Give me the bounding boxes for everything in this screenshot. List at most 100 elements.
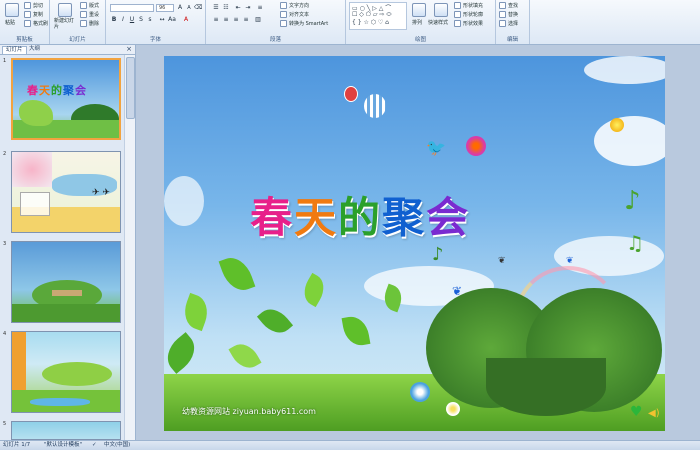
arrange-icon[interactable]: [412, 3, 426, 17]
font-size-combo[interactable]: 96: [156, 4, 174, 12]
thumb-number: 5: [3, 421, 7, 427]
slide-thumbnail-2[interactable]: ✈ ✈: [11, 151, 121, 233]
flower-icon: [410, 382, 430, 402]
columns-button[interactable]: ▥: [254, 16, 262, 24]
format-painter-button[interactable]: 格式刷: [24, 20, 48, 27]
thumb-number: 3: [3, 241, 7, 247]
format-painter-icon: [24, 20, 31, 27]
strikethrough-button[interactable]: S: [137, 16, 145, 24]
cut-button[interactable]: 剪切: [24, 2, 43, 9]
title-char-4: 聚: [382, 193, 427, 242]
cloud: [164, 176, 204, 226]
close-icon[interactable]: ×: [126, 45, 132, 54]
paste-icon[interactable]: [5, 3, 19, 17]
layout-button[interactable]: 版式: [80, 2, 99, 9]
reset-icon: [80, 11, 87, 18]
panel-scrollbar[interactable]: [124, 55, 135, 440]
tab-outline[interactable]: 大纲: [26, 46, 43, 53]
numbering-button[interactable]: ☷: [222, 4, 230, 12]
change-case-button[interactable]: Aa: [168, 16, 176, 24]
slide-thumbnail-1[interactable]: 春天的聚会: [11, 58, 121, 140]
drawing-label: 绘图: [414, 37, 426, 43]
tab-slides[interactable]: 幻灯片: [2, 46, 27, 54]
editing-label: 编辑: [506, 37, 518, 43]
italic-button[interactable]: I: [119, 16, 127, 24]
music-note-icon: ♪: [432, 244, 444, 265]
text-direction-icon: [280, 2, 287, 9]
flower-icon: [446, 402, 460, 416]
shadow-button[interactable]: s: [146, 16, 154, 24]
clipboard-label: 剪贴板: [16, 37, 33, 43]
grow-font-button[interactable]: A: [176, 4, 184, 12]
bold-button[interactable]: B: [110, 16, 118, 24]
select-button[interactable]: 选择: [499, 20, 518, 27]
decrease-indent-button[interactable]: ⇤: [234, 4, 242, 12]
find-button[interactable]: 查找: [499, 2, 518, 9]
increase-indent-button[interactable]: ⇥: [244, 4, 252, 12]
clear-format-button[interactable]: ⌫: [194, 4, 202, 12]
slide-thumbnail-4[interactable]: [11, 331, 121, 413]
shrink-font-button[interactable]: A: [185, 4, 193, 12]
thumb-number: 2: [3, 151, 7, 157]
speaker-icon[interactable]: ◀): [648, 408, 660, 419]
slide-canvas[interactable]: 🐦 春天的聚会 ♪ ♫ ♪ ❦ ❦ ❦ ♥ ◀) 幼教资源网站 ziyuan.b…: [164, 56, 665, 431]
justify-button[interactable]: ≡: [242, 16, 250, 24]
quick-styles-button[interactable]: 快速样式: [428, 19, 448, 26]
flower-icon: [610, 118, 624, 132]
shape-effects-button[interactable]: 形状效果: [454, 20, 483, 27]
align-right-button[interactable]: ≡: [232, 16, 240, 24]
line-spacing-button[interactable]: ≡: [256, 4, 264, 12]
paragraph-label: 段落: [269, 37, 281, 43]
align-text-button[interactable]: 对齐文本: [280, 11, 309, 18]
paste-button[interactable]: 粘贴: [5, 19, 15, 26]
vine-leaves: [164, 246, 424, 376]
heart-icon[interactable]: ♥: [630, 404, 643, 420]
slide-thumbnail-5[interactable]: [11, 421, 121, 440]
paragraph-group: ☰ ☷ ⇤ ⇥ ≡ ≡ ≡ ≡ ≡ ▥ 文字方向 对齐文本 转换为 SmartA…: [206, 0, 346, 44]
font-name-combo[interactable]: [110, 4, 154, 12]
shape-outline-button[interactable]: 形状轮廓: [454, 11, 483, 18]
title-char-5: 会: [426, 193, 471, 242]
butterfly-icon: ❦: [566, 256, 574, 266]
balloon-icon: [344, 86, 358, 102]
shape-fill-icon: [454, 2, 461, 9]
arrange-button[interactable]: 排列: [412, 19, 422, 26]
thumb-number: 1: [3, 58, 7, 64]
smartart-button[interactable]: 转换为 SmartArt: [280, 20, 328, 27]
thumb-title: 春天的聚会: [27, 84, 87, 97]
slide-thumbnail-3[interactable]: [11, 241, 121, 323]
font-color-button[interactable]: A: [182, 16, 190, 24]
replace-button[interactable]: 替换: [499, 11, 518, 18]
reset-button[interactable]: 重设: [80, 11, 99, 18]
new-slide-icon[interactable]: [58, 3, 72, 17]
align-text-icon: [280, 11, 287, 18]
quick-styles-icon[interactable]: [434, 3, 448, 17]
shape-fill-button[interactable]: 形状填充: [454, 2, 483, 9]
shape-effects-icon: [454, 20, 461, 27]
smartart-icon: [280, 20, 287, 27]
align-center-button[interactable]: ≡: [222, 16, 230, 24]
title-char-1: 春: [250, 193, 295, 242]
char-spacing-button[interactable]: ↔: [158, 16, 166, 24]
bullets-button[interactable]: ☰: [212, 4, 220, 12]
clipboard-group: 粘贴 剪切 复制 格式刷 剪贴板: [0, 0, 50, 44]
slide-footer: 幼教资源网站 ziyuan.baby611.com: [182, 407, 316, 416]
shapes-gallery[interactable]: ▭ ○ ╲ ▷ △ ⌒ ☐ ◇ ⬠ ▱ ⇨ ⬭ { } ☆ ⬡ ♡ ⌂: [349, 2, 407, 30]
slides-panel: 幻灯片 大纲 × 1 春天的聚会 2 ✈ ✈ 3 4 5: [0, 45, 136, 440]
text-direction-button[interactable]: 文字方向: [280, 2, 309, 9]
panel-tabs: 幻灯片 大纲 ×: [0, 45, 135, 55]
slides-group: 新建幻灯片 版式 重设 删除 幻灯片: [50, 0, 106, 44]
slides-label: 幻灯片: [69, 37, 86, 43]
copy-button[interactable]: 复制: [24, 11, 43, 18]
editing-group: 查找 替换 选择 编辑: [496, 0, 530, 44]
underline-button[interactable]: U: [128, 16, 136, 24]
scroll-thumb[interactable]: [126, 57, 135, 119]
ribbon: 粘贴 剪切 复制 格式刷 剪贴板 新建幻灯片 版式 重设 删除 幻灯片 96 A…: [0, 0, 700, 45]
find-icon: [499, 2, 506, 9]
cloud: [594, 116, 665, 166]
new-slide-button[interactable]: 新建幻灯片: [54, 18, 78, 30]
slide-title[interactable]: 春天的聚会: [250, 184, 470, 245]
align-left-button[interactable]: ≡: [212, 16, 220, 24]
delete-button[interactable]: 删除: [80, 20, 99, 27]
layout-icon: [80, 2, 87, 9]
